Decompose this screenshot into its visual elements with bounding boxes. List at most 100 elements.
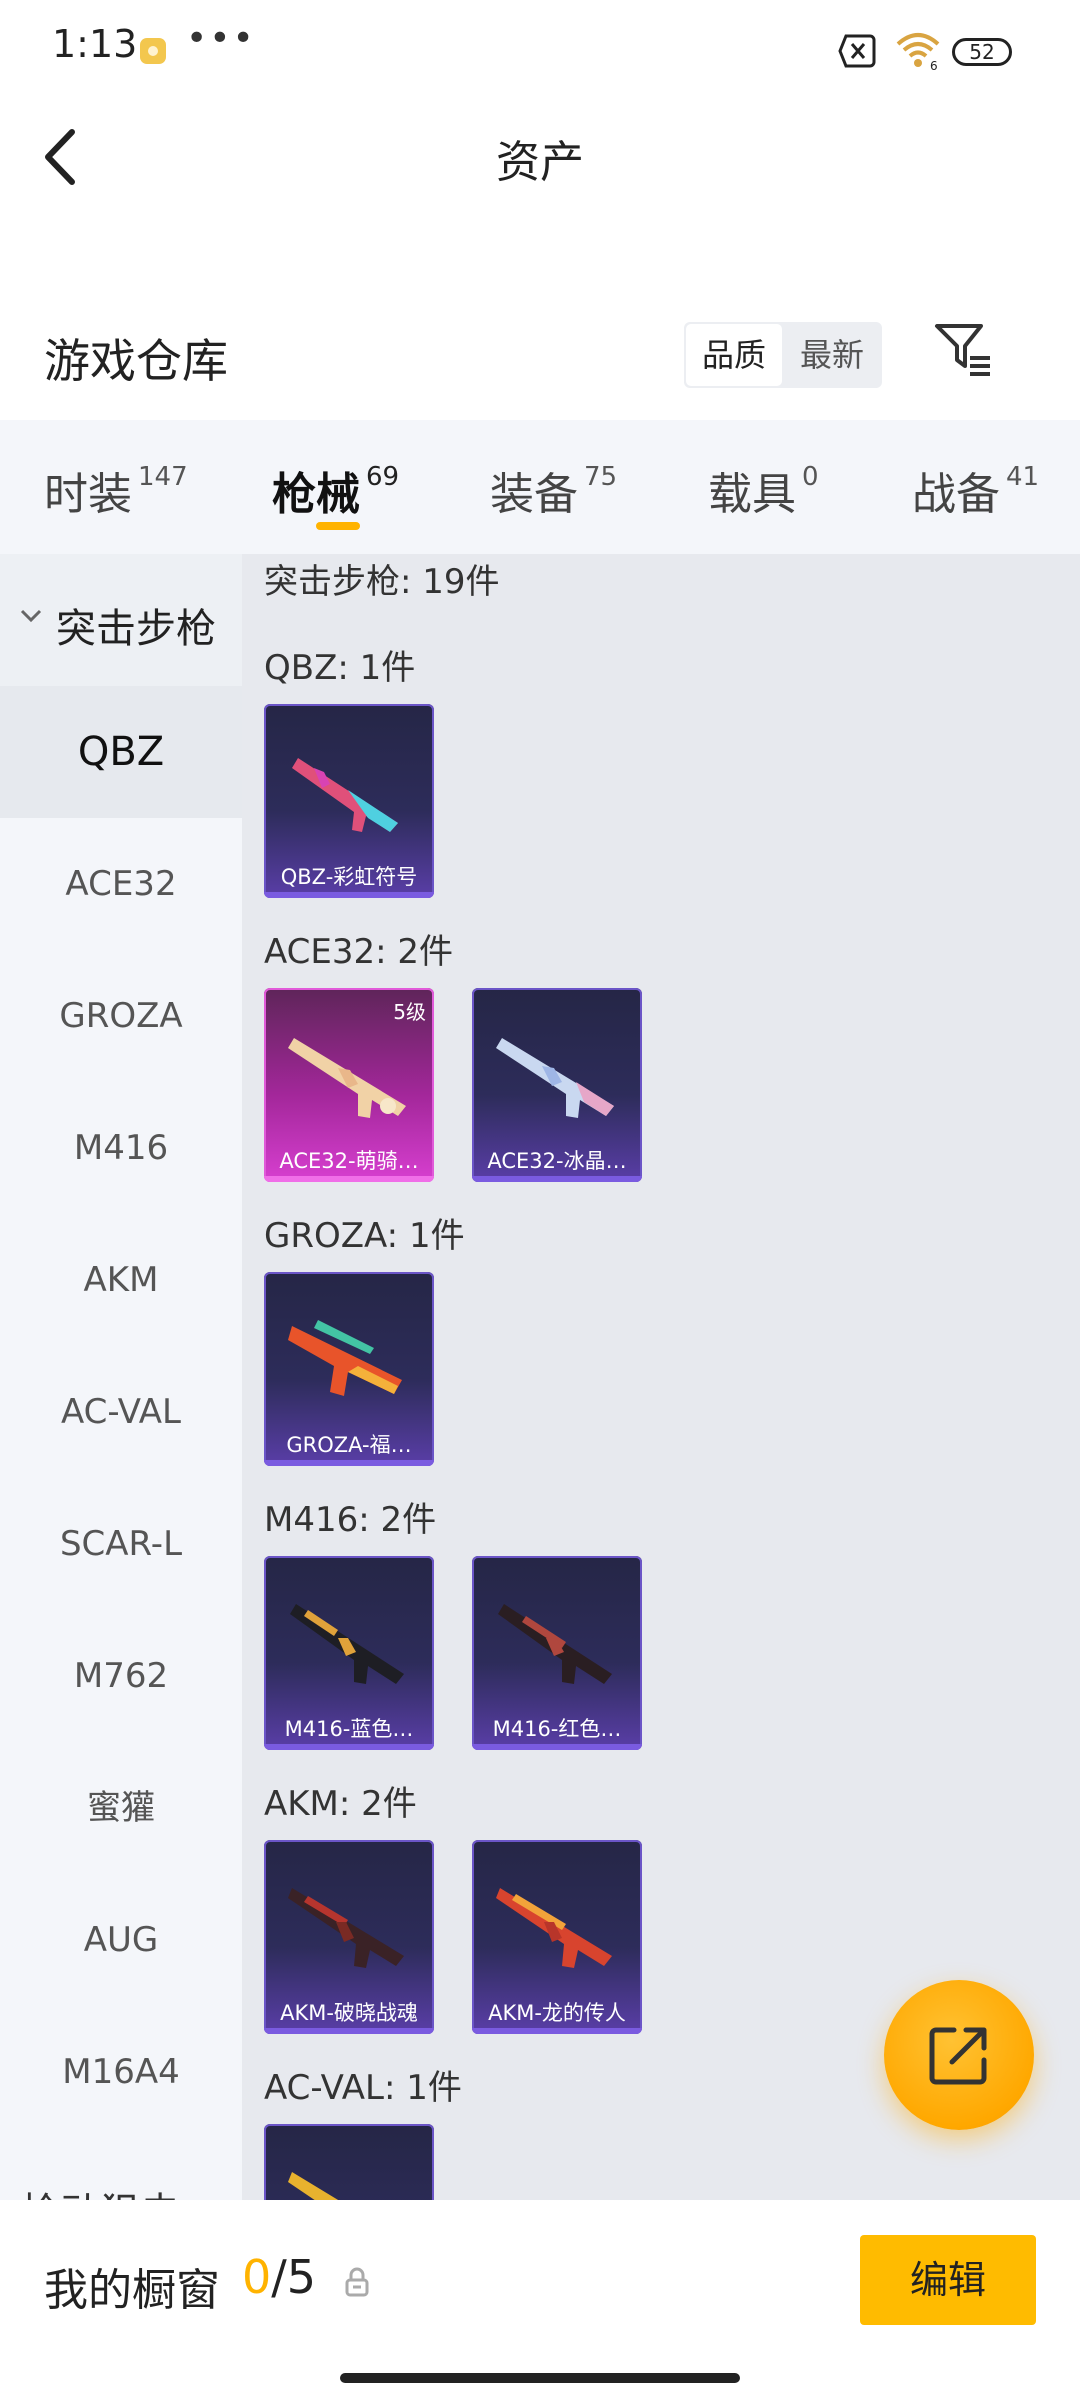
weapon-card-label: AKM-龙的传人 (488, 2001, 626, 2025)
weapon-skin-image (288, 1888, 404, 1968)
tab-label: 战备 (912, 469, 1000, 520)
tab-equipment[interactable]: 装备 75 (490, 458, 617, 522)
rarity-bar (264, 1744, 434, 1750)
weapon-card-label: AKM-破晓战魂 (280, 2001, 418, 2025)
sidebar-item-akm[interactable]: AKM (0, 1214, 242, 1346)
rarity-bar (472, 1744, 642, 1750)
showcase-total: 5 (286, 2250, 317, 2304)
weapon-card-label: QBZ-彩虹符号 (280, 865, 418, 889)
section-title-akm: AKM: 2件 (264, 1784, 417, 1824)
weapon-skin-image (292, 758, 398, 832)
weapon-skin-image (290, 1604, 404, 1684)
lock-icon (345, 2267, 369, 2297)
sort-by-quality-button[interactable]: 品质 (686, 324, 782, 386)
weapon-skin-image (288, 1038, 406, 1118)
no-sim-icon (838, 34, 876, 68)
weapon-card[interactable]: AKM-破晓战魂 (264, 1840, 434, 2034)
rarity-bar (264, 1460, 434, 1466)
svg-text:6: 6 (930, 59, 938, 70)
category-tabs: 时装 147 枪械 69 装备 75 载具 0 战备 41 (0, 420, 1080, 554)
category-title: 突击步枪: 19件 (264, 562, 500, 602)
rarity-bar (472, 1176, 642, 1182)
weapon-skin-image (496, 1888, 612, 1968)
sidebar-item-honey-badger[interactable]: 蜜獾 (0, 1742, 242, 1874)
tab-label: 时装 (44, 469, 132, 520)
chevron-down-icon (20, 609, 42, 623)
sidebar-group-assault-rifles[interactable]: 突击步枪 (0, 554, 242, 686)
weapon-card[interactable]: 5级 ACE32-萌骑… (264, 988, 434, 1182)
edit-button[interactable]: 编辑 (860, 2235, 1036, 2325)
share-external-icon (929, 2027, 987, 2085)
sidebar-item-m416[interactable]: M416 (0, 1082, 242, 1214)
showcase-label: 我的橱窗 (44, 2265, 220, 2316)
sidebar-item-scar-l[interactable]: SCAR-L (0, 1478, 242, 1610)
weapon-skin-image (498, 1604, 612, 1684)
warehouse-title: 游戏仓库 (44, 334, 228, 388)
showcase-bar: 我的橱窗 0/5 编辑 (0, 2200, 1080, 2400)
weapon-card[interactable]: GROZA-福… (264, 1272, 434, 1466)
weapon-level-badge: 5级 (393, 1000, 426, 1024)
home-indicator[interactable] (340, 2373, 740, 2383)
weapon-card[interactable]: ACE32-冰晶… (472, 988, 642, 1182)
sidebar-group-label: 突击步枪 (56, 606, 216, 652)
share-button[interactable] (884, 1980, 1034, 2130)
wifi-icon: 6 (896, 33, 940, 70)
tab-count: 147 (138, 462, 188, 492)
weapon-skin-image (496, 1038, 614, 1118)
showcase-count: 0/5 (242, 2250, 316, 2304)
tab-label: 装备 (490, 469, 578, 520)
active-tab-indicator (316, 522, 360, 530)
weapon-card[interactable]: M416-蓝色… (264, 1556, 434, 1750)
sidebar-item-ace32[interactable]: ACE32 (0, 818, 242, 950)
sidebar-group-bolt-action[interactable]: 栓动狙击 (20, 2180, 180, 2200)
showcase-current: 0 (242, 2250, 272, 2304)
weapon-card-label: GROZA-福… (286, 1433, 412, 1457)
sidebar-item-aug[interactable]: AUG (0, 1874, 242, 2006)
weapon-card[interactable]: QBZ-彩虹符号 (264, 704, 434, 898)
section-title-qbz: QBZ: 1件 (264, 648, 416, 688)
rarity-bar (264, 892, 434, 898)
sidebar-item-qbz[interactable]: QBZ (0, 686, 242, 818)
status-time: 1:13 (52, 22, 138, 66)
sidebar-item-groza[interactable]: GROZA (0, 950, 242, 1082)
section-title-ac-val: AC-VAL: 1件 (264, 2068, 462, 2108)
tab-firearms[interactable]: 枪械 69 (272, 458, 399, 522)
filter-icon[interactable] (934, 322, 992, 380)
section-title-m416: M416: 2件 (264, 1500, 437, 1540)
battery-indicator: 52 (952, 38, 1012, 66)
weapon-card[interactable]: M416-红色… (472, 1556, 642, 1750)
rarity-bar (472, 2028, 642, 2034)
tab-fashion[interactable]: 时装 147 (44, 458, 188, 522)
weapon-card[interactable] (264, 2124, 434, 2200)
section-title-groza: GROZA: 1件 (264, 1216, 465, 1256)
tab-label: 枪械 (272, 469, 360, 520)
more-notifications-icon: ••• (186, 18, 256, 59)
showcase-separator: / (271, 2250, 287, 2304)
sidebar-item-m762[interactable]: M762 (0, 1610, 242, 1742)
tab-vehicles[interactable]: 载具 0 (708, 458, 819, 522)
weapon-card-label: M416-红色… (492, 1717, 622, 1741)
weapon-skin-image (288, 1320, 402, 1396)
weapon-skin-image (288, 2172, 339, 2200)
tab-count: 69 (366, 462, 400, 492)
weapon-list: 突击步枪: 19件 QBZ: 1件 QBZ-彩虹符号 ACE32: 2件 5级 … (242, 554, 1080, 2200)
page-title: 资产 (496, 137, 584, 188)
section-title-ace32: ACE32: 2件 (264, 932, 454, 972)
rarity-bar (264, 1176, 434, 1182)
tab-label: 载具 (708, 469, 796, 520)
sort-toggle: 品质 最新 (684, 322, 882, 388)
weapon-type-sidebar: 突击步枪 QBZ ACE32 GROZA M416 AKM AC-VAL SCA… (0, 554, 242, 2200)
weapon-card-label: ACE32-冰晶… (487, 1149, 627, 1173)
tab-supplies[interactable]: 战备 41 (912, 458, 1039, 522)
sort-by-latest-button[interactable]: 最新 (784, 324, 880, 386)
tab-count: 0 (802, 462, 819, 492)
tab-count: 75 (584, 462, 618, 492)
sidebar-item-m16a4[interactable]: M16A4 (0, 2006, 242, 2138)
sidebar-item-ac-val[interactable]: AC-VAL (0, 1346, 242, 1478)
tab-count: 41 (1006, 462, 1040, 492)
notification-app-icon (140, 38, 166, 64)
weapon-card-label: ACE32-萌骑… (279, 1149, 419, 1173)
weapon-card[interactable]: AKM-龙的传人 (472, 1840, 642, 2034)
rarity-bar (264, 2028, 434, 2034)
weapon-card-label: M416-蓝色… (284, 1717, 414, 1741)
